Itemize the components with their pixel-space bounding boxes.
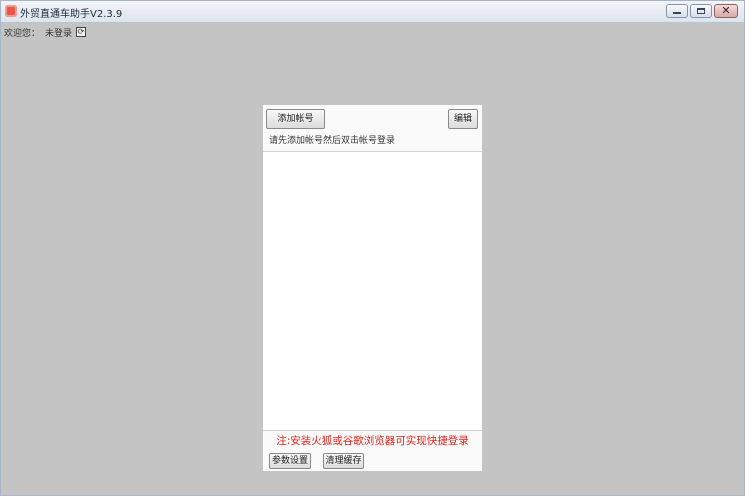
app-icon xyxy=(5,5,17,17)
app-window: 外贸直通车助手V2.3.9 ✕ 欢迎您： 未登录 ⟳ 添加帐号 编辑 请先添加帐… xyxy=(0,0,745,496)
browser-note: 注:安装火狐或谷歌浏览器可实现快捷登录 xyxy=(276,435,469,447)
account-list[interactable] xyxy=(263,151,482,431)
close-button[interactable]: ✕ xyxy=(714,4,738,18)
clear-cache-button[interactable]: 清理缓存 xyxy=(323,453,364,469)
window-title: 外贸直通车助手V2.3.9 xyxy=(20,9,123,20)
window-controls: ✕ xyxy=(664,4,738,18)
welcome-label: 欢迎您： xyxy=(4,28,41,39)
settings-button[interactable]: 参数设置 xyxy=(269,453,311,469)
close-icon: ✕ xyxy=(721,4,731,17)
add-account-button[interactable]: 添加帐号 xyxy=(266,109,325,129)
account-panel: 添加帐号 编辑 请先添加帐号然后双击帐号登录 注:安装火狐或谷歌浏览器可实现快捷… xyxy=(263,105,482,471)
login-hint: 请先添加帐号然后双击帐号登录 xyxy=(269,136,396,146)
edit-button[interactable]: 编辑 xyxy=(448,109,478,129)
login-status-row: 欢迎您： 未登录 ⟳ xyxy=(4,25,87,39)
maximize-button[interactable] xyxy=(690,4,712,18)
maximize-icon xyxy=(697,8,705,14)
title-bar[interactable]: 外贸直通车助手V2.3.9 ✕ xyxy=(1,1,744,23)
minimize-icon xyxy=(673,12,681,14)
refresh-icon[interactable]: ⟳ xyxy=(76,27,87,37)
minimize-button[interactable] xyxy=(666,4,688,18)
login-status: 未登录 xyxy=(45,28,73,39)
